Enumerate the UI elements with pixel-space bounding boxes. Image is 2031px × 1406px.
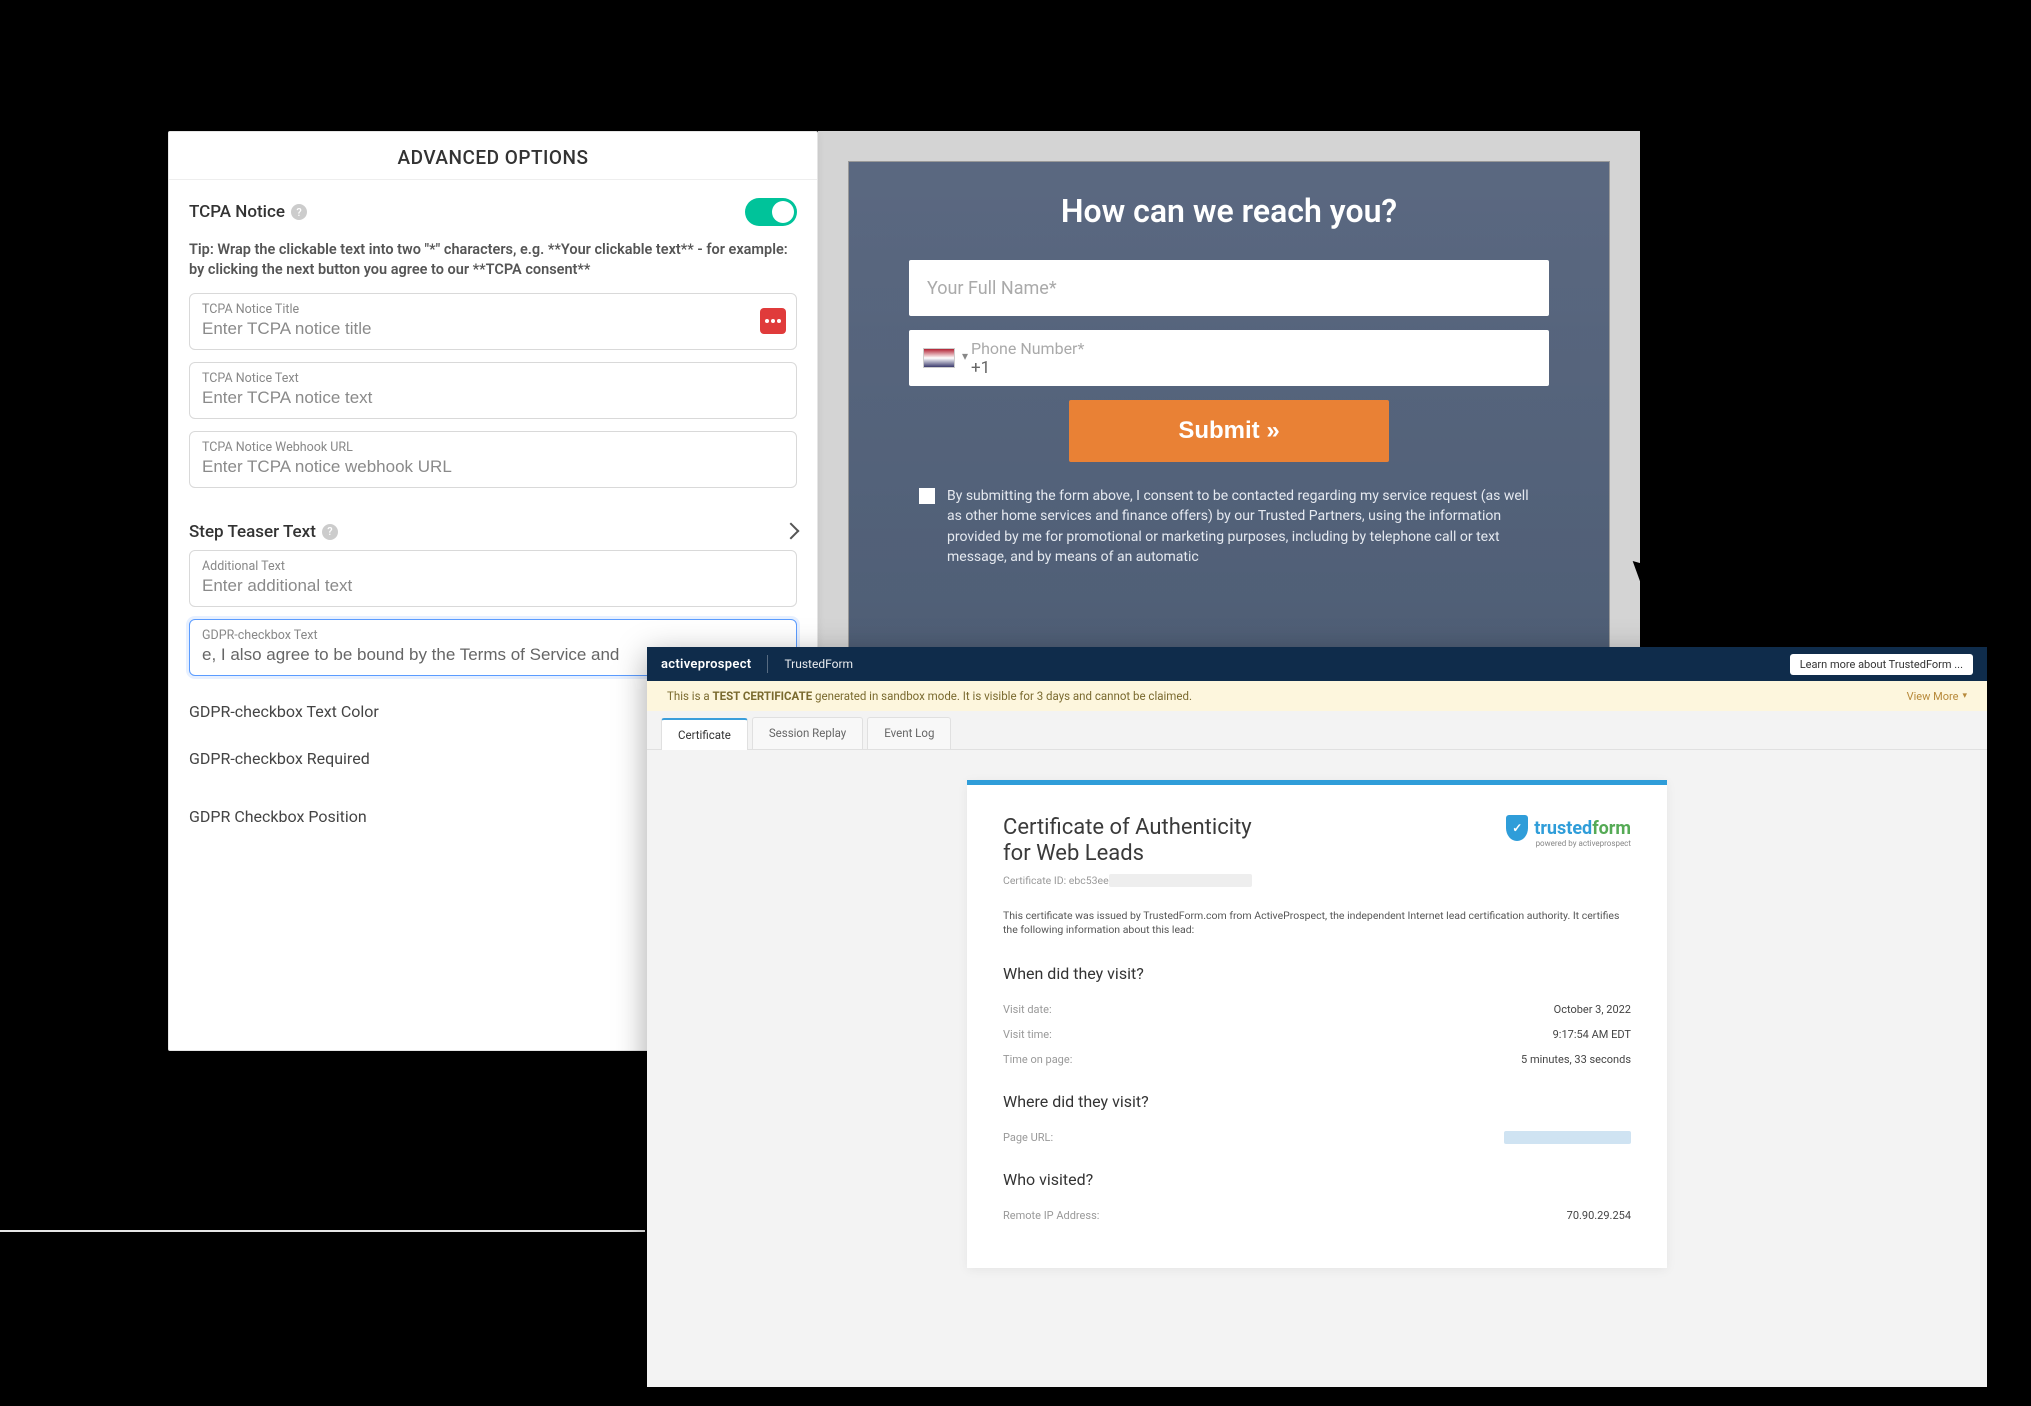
consent-row: By submitting the form above, I consent …	[909, 486, 1549, 567]
consent-text: By submitting the form above, I consent …	[947, 486, 1539, 567]
cert-title-line2: for Web Leads	[1003, 841, 1252, 867]
remote-ip-label: Remote IP Address:	[1003, 1209, 1099, 1222]
field-label: Additional Text	[202, 559, 784, 574]
section-when: When did they visit?	[1003, 964, 1631, 983]
learn-more-button[interactable]: Learn more about TrustedForm ...	[1790, 654, 1973, 675]
ap-product: TrustedForm	[784, 657, 853, 671]
remote-ip-value: 70.90.29.254	[1567, 1209, 1631, 1222]
cert-title-line1: Certificate of Authenticity	[1003, 815, 1252, 841]
certificate-card: Certificate of Authenticity for Web Lead…	[967, 780, 1667, 1268]
flag-dropdown[interactable]	[923, 348, 955, 368]
tab-certificate[interactable]: Certificate	[661, 718, 748, 750]
help-icon[interactable]: ?	[322, 524, 338, 540]
tcpa-text-field[interactable]: TCPA Notice Text	[189, 362, 797, 419]
powered-by: powered by activeprospect	[1506, 839, 1631, 848]
tcpa-notice-row: TCPA Notice ?	[189, 180, 797, 234]
gdpr-position-label: GDPR Checkbox Position	[189, 807, 367, 826]
visit-date-label: Visit date:	[1003, 1003, 1052, 1016]
step-teaser-row[interactable]: Step Teaser Text ?	[189, 500, 797, 550]
time-on-page-value: 5 minutes, 33 seconds	[1521, 1053, 1631, 1066]
advanced-options-header: ADVANCED OPTIONS	[169, 132, 817, 180]
view-more-link[interactable]: View More	[1907, 690, 1967, 703]
chevron-right-icon[interactable]	[785, 522, 797, 541]
shield-icon: ✓	[1506, 815, 1528, 841]
test-certificate-banner: This is a TEST CERTIFICATE generated in …	[647, 681, 1987, 711]
tab-session-replay[interactable]: Session Replay	[752, 717, 863, 749]
help-icon[interactable]: ?	[291, 204, 307, 220]
name-input[interactable]: Your Full Name*	[909, 260, 1549, 316]
tcpa-title-input[interactable]	[202, 319, 784, 339]
tcpa-webhook-input[interactable]	[202, 457, 784, 477]
step-teaser-label: Step Teaser Text	[189, 522, 316, 542]
divider	[767, 655, 768, 673]
consent-checkbox[interactable]	[919, 488, 935, 504]
phone-prefix: +1	[971, 358, 990, 378]
cert-description: This certificate was issued by TrustedFo…	[1003, 909, 1631, 938]
trustedform-logo: ✓ trustedform	[1506, 815, 1631, 841]
tab-event-log[interactable]: Event Log	[867, 717, 951, 749]
additional-text-field[interactable]: Additional Text	[189, 550, 797, 607]
phone-input[interactable]: Phone Number* +1	[909, 330, 1549, 386]
banner-text: This is a TEST CERTIFICATE generated in …	[667, 689, 1192, 703]
submit-button[interactable]: Submit »	[1069, 400, 1389, 462]
visit-time-label: Visit time:	[1003, 1028, 1052, 1041]
cert-id: Certificate ID: ebc53eexxxxxxxxxxxxxxxxx…	[1003, 874, 1252, 887]
trustedform-window: activeprospect TrustedForm Learn more ab…	[647, 647, 1987, 1387]
field-label: GDPR-checkbox Text	[202, 628, 784, 643]
cert-tabs: Certificate Session Replay Event Log	[647, 711, 1987, 750]
time-on-page-row: Time on page: 5 minutes, 33 seconds	[1003, 1047, 1631, 1072]
tcpa-webhook-field[interactable]: TCPA Notice Webhook URL	[189, 431, 797, 488]
gdpr-required-label: GDPR-checkbox Required	[189, 749, 370, 768]
field-label: TCPA Notice Webhook URL	[202, 440, 784, 455]
tcpa-title-field[interactable]: TCPA Notice Title	[189, 293, 797, 350]
additional-text-input[interactable]	[202, 576, 784, 596]
tcpa-notice-label: TCPA Notice	[189, 202, 285, 222]
tcpa-notice-toggle[interactable]	[745, 198, 797, 226]
page-url-value: xxxxxxxxxxxxxxxxxxxxx	[1504, 1131, 1631, 1144]
section-who: Who visited?	[1003, 1170, 1631, 1189]
divider-line	[0, 1230, 645, 1232]
visit-time-row: Visit time: 9:17:54 AM EDT	[1003, 1022, 1631, 1047]
name-placeholder: Your Full Name*	[927, 278, 1057, 299]
remote-ip-row: Remote IP Address: 70.90.29.254	[1003, 1203, 1631, 1228]
tcpa-tip-text: Tip: Wrap the clickable text into two "*…	[189, 234, 797, 293]
ap-brand: activeprospect	[661, 657, 751, 672]
ap-topbar: activeprospect TrustedForm Learn more ab…	[647, 647, 1987, 681]
form-heading: How can we reach you?	[909, 192, 1549, 230]
gdpr-color-label: GDPR-checkbox Text Color	[189, 702, 379, 721]
field-label: TCPA Notice Text	[202, 371, 784, 386]
phone-label: Phone Number*	[971, 339, 1084, 358]
time-on-page-label: Time on page:	[1003, 1053, 1072, 1066]
field-status-icon[interactable]	[760, 308, 786, 334]
visit-time-value: 9:17:54 AM EDT	[1553, 1028, 1631, 1041]
tcpa-text-input[interactable]	[202, 388, 784, 408]
page-url-label: Page URL:	[1003, 1131, 1053, 1144]
section-where: Where did they visit?	[1003, 1092, 1631, 1111]
page-url-row: Page URL: xxxxxxxxxxxxxxxxxxxxx	[1003, 1125, 1631, 1150]
visit-date-value: October 3, 2022	[1554, 1003, 1631, 1016]
form-preview: How can we reach you? Your Full Name* Ph…	[848, 161, 1610, 701]
field-label: TCPA Notice Title	[202, 302, 784, 317]
visit-date-row: Visit date: October 3, 2022	[1003, 997, 1631, 1022]
